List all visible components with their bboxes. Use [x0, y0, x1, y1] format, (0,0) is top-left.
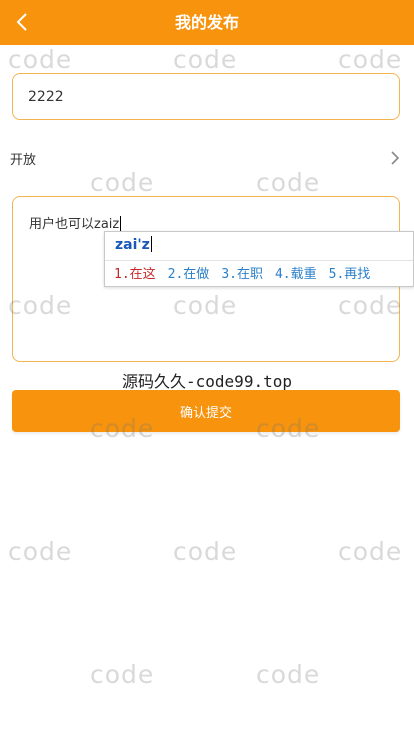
- watermark-text: code: [90, 660, 155, 689]
- ime-candidate[interactable]: 3.在职: [221, 263, 263, 282]
- text-caret: [120, 216, 122, 231]
- ime-composition: zai'z: [115, 236, 152, 253]
- title-input[interactable]: 2222: [12, 73, 400, 120]
- ime-candidate[interactable]: 5.再找: [329, 263, 371, 282]
- ime-divider: [105, 260, 413, 261]
- watermark-text: code: [8, 45, 73, 74]
- chevron-right-icon: [388, 148, 402, 168]
- ime-candidate[interactable]: 4.载重: [275, 263, 317, 282]
- submit-button[interactable]: 确认提交: [12, 390, 400, 432]
- ime-caret: [150, 236, 152, 252]
- watermark-text: code: [338, 45, 403, 74]
- watermark-caption: 源码久久-code99.top: [122, 372, 292, 391]
- title-input-value: 2222: [28, 88, 64, 105]
- watermark-text: code: [90, 168, 155, 197]
- page-title: 我的发布: [174, 13, 239, 32]
- ime-candidate-list: 1.在这 2.在做 3.在职 4.载重 5.再找: [114, 263, 370, 282]
- visibility-label: 开放: [10, 152, 37, 168]
- ime-candidate[interactable]: 2.在做: [168, 263, 210, 282]
- ime-candidate-window: zai'z 1.在这 2.在做 3.在职 4.载重 5.再找: [104, 231, 414, 287]
- header-bar: 我的发布: [0, 0, 414, 45]
- ime-composition-text: zai'z: [115, 237, 150, 253]
- submit-button-label: 确认提交: [179, 405, 232, 421]
- watermark-text: code: [173, 537, 238, 566]
- watermark-text: code: [8, 537, 73, 566]
- watermark-text: code: [256, 168, 321, 197]
- visibility-selector[interactable]: 开放: [10, 146, 402, 170]
- watermark-text: code: [338, 537, 403, 566]
- ime-candidate[interactable]: 1.在这: [114, 263, 156, 282]
- content-value: 用户也可以zaiz: [29, 217, 120, 232]
- watermark-text: code: [173, 45, 238, 74]
- watermark-text: code: [256, 660, 321, 689]
- content-text: 用户也可以zaiz: [29, 213, 122, 232]
